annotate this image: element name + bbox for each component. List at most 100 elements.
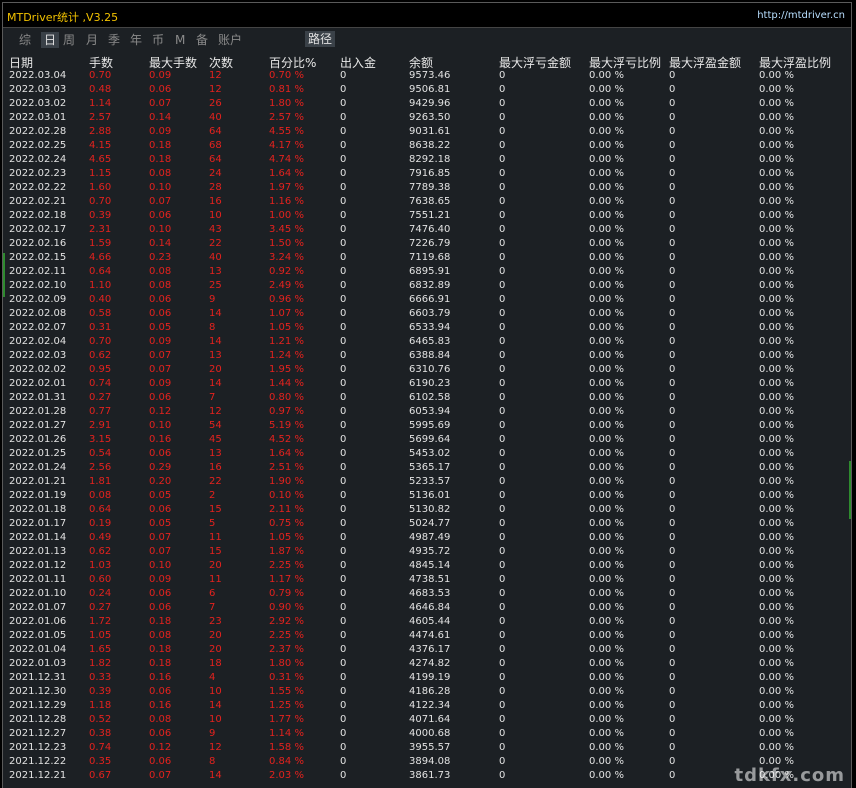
table-cell: 14 [209, 308, 222, 319]
table-row[interactable]: 2022.02.02 0.95 0.07 20 1.95 % 0 6310.76 0 0.00 … [7, 363, 851, 377]
table-row[interactable]: 2021.12.21 0.67 0.07 14 2.03 % 0 3861.73 0 0.00 … [7, 769, 851, 783]
table-row[interactable]: 2022.01.04 1.65 0.18 20 2.37 % 0 4376.17 0 0.00 … [7, 643, 851, 657]
table-row[interactable]: 2022.02.28 2.88 0.09 64 4.55 % 0 9031.61 0 0.00 … [7, 125, 851, 139]
table-cell: 0 [669, 252, 676, 263]
table-row[interactable]: 2022.03.02 1.14 0.07 26 1.80 % 0 9429.96 0 0.00 … [7, 97, 851, 111]
table-cell: 6190.23 [409, 378, 451, 389]
tab-2[interactable]: 周 [63, 32, 75, 48]
table-row[interactable]: 2022.02.16 1.59 0.14 22 1.50 % 0 7226.79 0 0.00 … [7, 237, 851, 251]
table-row[interactable]: 2022.02.17 2.31 0.10 43 3.45 % 0 7476.40 0 0.00 … [7, 223, 851, 237]
table-row[interactable]: 2022.02.03 0.62 0.07 13 1.24 % 0 6388.84 0 0.00 … [7, 349, 851, 363]
table-cell: 1.10 [89, 280, 112, 291]
table-row[interactable]: 2022.01.25 0.54 0.06 13 1.64 % 0 5453.02 0 0.00 … [7, 447, 851, 461]
table-cell: 0 [340, 644, 347, 655]
tab-8[interactable]: 备 [196, 32, 208, 48]
table-cell: 0.00 % [759, 574, 794, 585]
table-row[interactable]: 2022.02.23 1.15 0.08 24 1.64 % 0 7916.85 0 0.00 … [7, 167, 851, 181]
table-cell: 7226.79 [409, 238, 451, 249]
table-row[interactable]: 2021.12.31 0.33 0.16 4 0.31 % 0 4199.19 0 0.00 %… [7, 671, 851, 685]
table-cell: 1.24 % [269, 350, 304, 361]
table-cell: 1.81 [89, 476, 112, 487]
tab-0[interactable]: 综 [19, 32, 31, 48]
table-cell: 2022.01.27 [9, 420, 67, 431]
tab-7[interactable]: M [175, 32, 185, 48]
tab-5[interactable]: 年 [130, 32, 142, 48]
table-cell: 0 [669, 756, 676, 767]
table-row[interactable]: 2021.12.28 0.52 0.08 10 1.77 % 0 4071.64 0 0.00 … [7, 713, 851, 727]
website-link[interactable]: http://mtdriver.cn [757, 10, 845, 21]
table-cell: 0.75 % [269, 518, 304, 529]
table-row[interactable]: 2022.02.15 4.66 0.23 40 3.24 % 0 7119.68 0 0.00 … [7, 251, 851, 265]
table-row[interactable]: 2022.01.10 0.24 0.06 6 0.79 % 0 4683.53 0 0.00 %… [7, 587, 851, 601]
table-cell: 14 [209, 770, 222, 781]
tab-4[interactable]: 季 [108, 32, 120, 48]
table-cell: 0 [340, 602, 347, 613]
table-cell: 4199.19 [409, 672, 451, 683]
table-row[interactable]: 2022.02.21 0.70 0.07 16 1.16 % 0 7638.65 0 0.00 … [7, 195, 851, 209]
table-row[interactable]: 2022.01.24 2.56 0.29 16 2.51 % 0 5365.17 0 0.00 … [7, 461, 851, 475]
table-cell: 0.00 % [759, 336, 794, 347]
table-row[interactable]: 2022.01.05 1.05 0.08 20 2.25 % 0 4474.61 0 0.00 … [7, 629, 851, 643]
table-row[interactable]: 2021.12.22 0.35 0.06 8 0.84 % 0 3894.08 0 0.00 %… [7, 755, 851, 769]
table-row[interactable]: 2022.02.04 0.70 0.09 14 1.21 % 0 6465.83 0 0.00 … [7, 335, 851, 349]
table-cell: 2022.02.17 [9, 224, 67, 235]
table-row[interactable]: 2022.01.21 1.81 0.20 22 1.90 % 0 5233.57 0 0.00 … [7, 475, 851, 489]
table-cell: 0.07 [149, 364, 172, 375]
table-cell: 0 [499, 84, 506, 95]
table-row[interactable]: 2022.02.22 1.60 0.10 28 1.97 % 0 7789.38 0 0.00 … [7, 181, 851, 195]
table-row[interactable]: 2022.01.19 0.08 0.05 2 0.10 % 0 5136.01 0 0.00 %… [7, 489, 851, 503]
table-row[interactable]: 2022.01.13 0.62 0.07 15 1.87 % 0 4935.72 0 0.00 … [7, 545, 851, 559]
table-row[interactable]: 2022.01.07 0.27 0.06 7 0.90 % 0 4646.84 0 0.00 %… [7, 601, 851, 615]
table-row[interactable]: 2022.02.11 0.64 0.08 13 0.92 % 0 6895.91 0 0.00 … [7, 265, 851, 279]
tab-1[interactable]: 日 [41, 32, 60, 48]
table-row[interactable]: 2022.02.10 1.10 0.08 25 2.49 % 0 6832.89 0 0.00 … [7, 279, 851, 293]
tab-9[interactable]: 账户 [218, 32, 242, 48]
table-cell: 0.00 % [759, 700, 794, 711]
table-cell: 2022.02.24 [9, 154, 67, 165]
table-cell: 0.35 [89, 756, 112, 767]
table-cell: 0 [669, 490, 676, 501]
table-cell: 2022.02.15 [9, 252, 67, 263]
table-cell: 5.19 % [269, 420, 304, 431]
table-row[interactable]: 2022.01.06 1.72 0.18 23 2.92 % 0 4605.44 0 0.00 … [7, 615, 851, 629]
table-row[interactable]: 2022.01.28 0.77 0.12 12 0.97 % 0 6053.94 0 0.00 … [7, 405, 851, 419]
table-row[interactable]: 2022.01.26 3.15 0.16 45 4.52 % 0 5699.64 0 0.00 … [7, 433, 851, 447]
stats-window: MTDriver统计 ,V3.25 http://mtdriver.cn 综日周… [2, 2, 852, 788]
table-row[interactable]: 2022.01.14 0.49 0.07 11 1.05 % 0 4987.49 0 0.00 … [7, 531, 851, 545]
table-row[interactable]: 2022.02.01 0.74 0.09 14 1.44 % 0 6190.23 0 0.00 … [7, 377, 851, 391]
table-row[interactable]: 2021.12.30 0.39 0.06 10 1.55 % 0 4186.28 0 0.00 … [7, 685, 851, 699]
table-row[interactable]: 2022.01.27 2.91 0.10 54 5.19 % 0 5995.69 0 0.00 … [7, 419, 851, 433]
path-button[interactable]: 路径 [305, 31, 336, 47]
table-cell: 0.07 [149, 532, 172, 543]
table-cell: 2022.02.04 [9, 336, 67, 347]
table-cell: 0.90 % [269, 602, 304, 613]
table-cell: 0.60 [89, 574, 112, 585]
table-row[interactable]: 2021.12.29 1.18 0.16 14 1.25 % 0 4122.34 0 0.00 … [7, 699, 851, 713]
table-cell: 4122.34 [409, 700, 451, 711]
table-cell: 2.37 % [269, 644, 304, 655]
scrollbar-thumb[interactable] [849, 461, 851, 519]
table-row[interactable]: 2022.02.25 4.15 0.18 68 4.17 % 0 8638.22 0 0.00 … [7, 139, 851, 153]
table-row[interactable]: 2022.02.08 0.58 0.06 14 1.07 % 0 6603.79 0 0.00 … [7, 307, 851, 321]
table-cell: 0.00 % [589, 686, 624, 697]
table-row[interactable]: 2021.12.27 0.38 0.06 9 1.14 % 0 4000.68 0 0.00 %… [7, 727, 851, 741]
table-row[interactable]: 2022.01.18 0.64 0.06 15 2.11 % 0 5130.82 0 0.00 … [7, 503, 851, 517]
table-cell: 0 [669, 602, 676, 613]
table-row[interactable]: 2022.03.03 0.48 0.06 12 0.81 % 0 9506.81 0 0.00 … [7, 83, 851, 97]
table-cell: 0.33 [89, 672, 112, 683]
table-row[interactable]: 2022.02.07 0.31 0.05 8 1.05 % 0 6533.94 0 0.00 %… [7, 321, 851, 335]
table-row[interactable]: 2022.03.04 0.70 0.09 12 0.70 % 0 9573.46 0 0.00 … [7, 69, 851, 83]
table-cell: 64 [209, 154, 222, 165]
tab-6[interactable]: 币 [152, 32, 164, 48]
table-row[interactable]: 2022.01.03 1.82 0.18 18 1.80 % 0 4274.82 0 0.00 … [7, 657, 851, 671]
table-row[interactable]: 2021.12.23 0.74 0.12 12 1.58 % 0 3955.57 0 0.00 … [7, 741, 851, 755]
table-row[interactable]: 2022.01.17 0.19 0.05 5 0.75 % 0 5024.77 0 0.00 %… [7, 517, 851, 531]
table-row[interactable]: 2022.02.24 4.65 0.18 64 4.74 % 0 8292.18 0 0.00 … [7, 153, 851, 167]
table-row[interactable]: 2022.01.31 0.27 0.06 7 0.80 % 0 6102.58 0 0.00 %… [7, 391, 851, 405]
table-row[interactable]: 2022.01.11 0.60 0.09 11 1.17 % 0 4738.51 0 0.00 … [7, 573, 851, 587]
table-row[interactable]: 2022.01.12 1.03 0.10 20 2.25 % 0 4845.14 0 0.00 … [7, 559, 851, 573]
table-row[interactable]: 2022.02.18 0.39 0.06 10 1.00 % 0 7551.21 0 0.00 … [7, 209, 851, 223]
table-row[interactable]: 2022.02.09 0.40 0.06 9 0.96 % 0 6666.91 0 0.00 %… [7, 293, 851, 307]
tab-3[interactable]: 月 [86, 32, 98, 48]
table-row[interactable]: 2022.03.01 2.57 0.14 40 2.57 % 0 9263.50 0 0.00 … [7, 111, 851, 125]
